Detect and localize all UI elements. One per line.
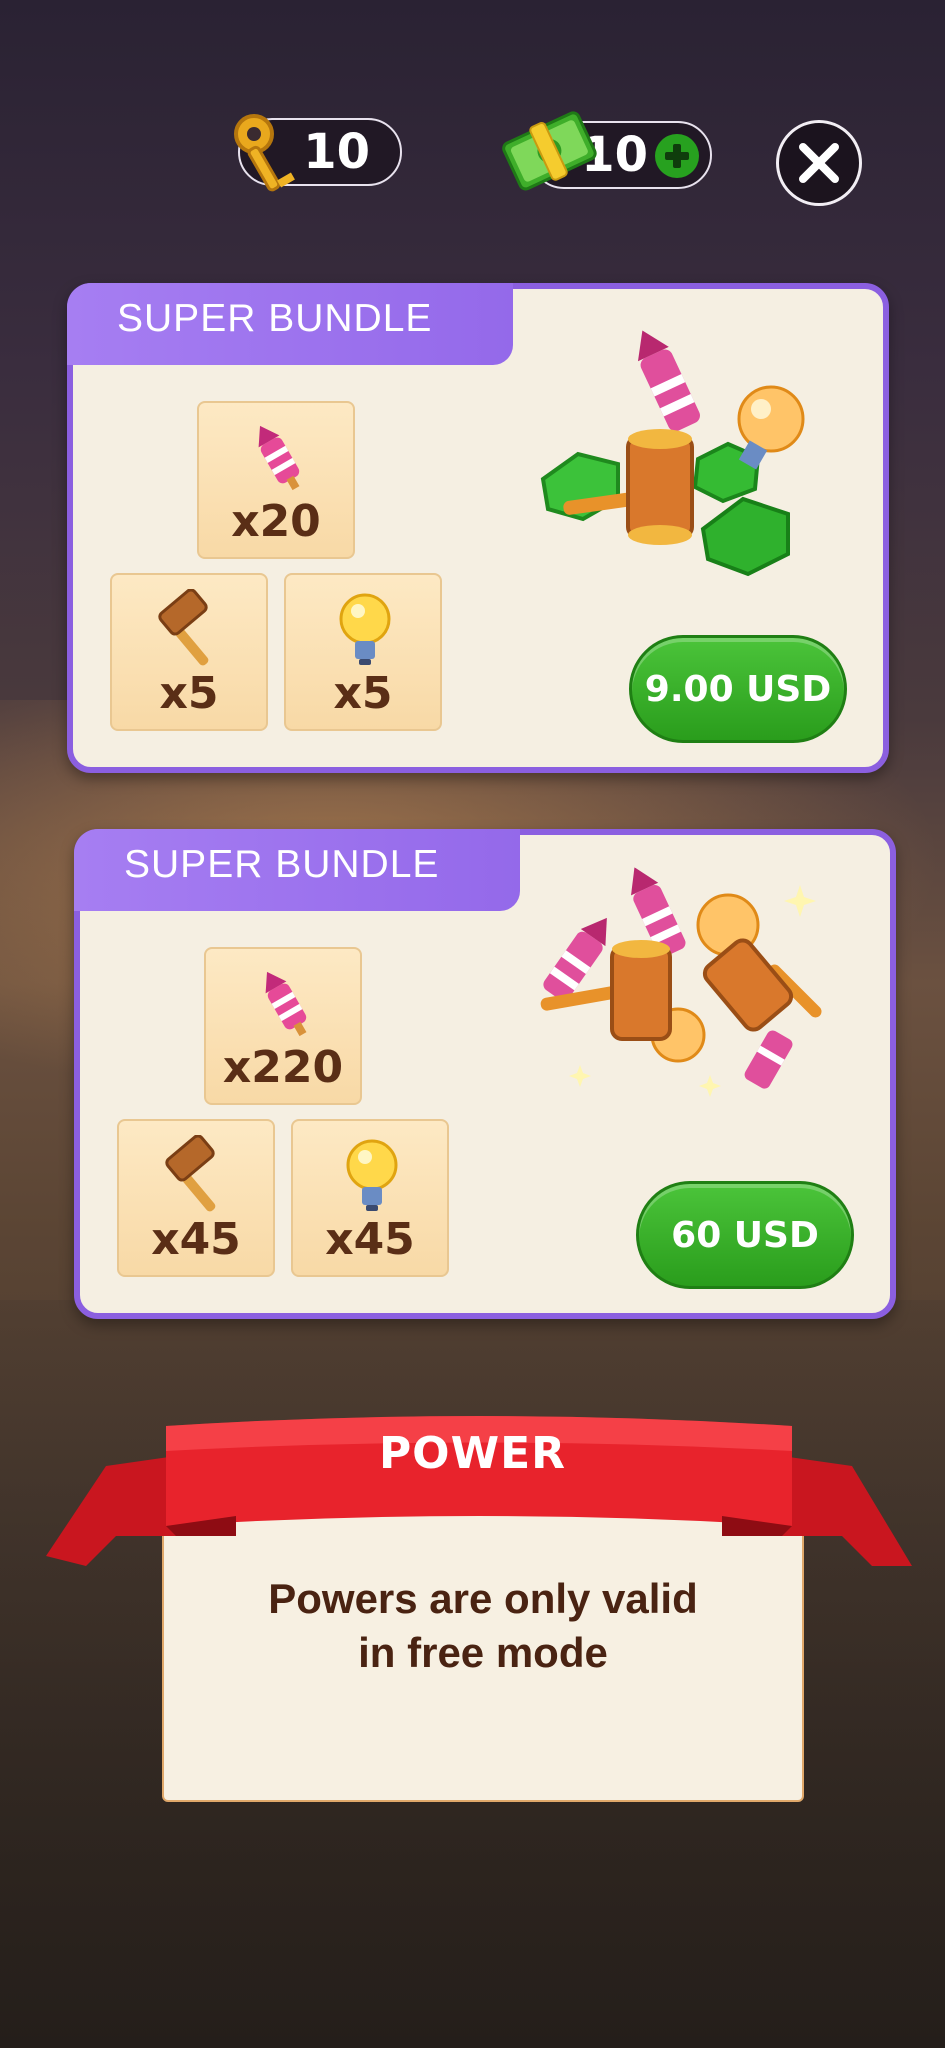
bundle-card[interactable]: SUPER BUNDLE x20 x5 x5 9.00 USD — [67, 283, 889, 773]
lightbulb-icon — [339, 593, 391, 665]
bundle-card[interactable]: SUPER BUNDLE x220 x45 x45 60 USD — [74, 829, 896, 1319]
rocket-icon — [265, 971, 307, 1037]
buy-button[interactable]: 60 USD — [636, 1181, 854, 1289]
hammer-icon — [165, 1135, 216, 1212]
price-label: 60 USD — [671, 1214, 819, 1256]
hammer-icon — [158, 589, 209, 666]
cash-icon — [502, 111, 597, 191]
bundle-item-qty: x5 — [159, 668, 219, 719]
notice-title: POWER — [378, 1428, 567, 1479]
bundle-item-hammer: x5 — [110, 573, 268, 731]
plus-icon — [665, 144, 689, 168]
add-cash-button[interactable] — [655, 134, 699, 178]
bundle-item-rocket: x20 — [197, 401, 355, 559]
bundle-item-qty: x45 — [151, 1214, 241, 1265]
close-icon — [799, 143, 839, 183]
bundle-item-lightbulb: x45 — [291, 1119, 449, 1277]
rocket-icon — [258, 425, 300, 491]
key-icon — [234, 114, 295, 192]
bundle-item-lightbulb: x5 — [284, 573, 442, 731]
notice-message: Powers are only valid in free mode — [164, 1572, 802, 1680]
bundle-item-qty: x45 — [325, 1214, 415, 1265]
bundle-item-qty: x20 — [231, 496, 321, 547]
buy-button[interactable]: 9.00 USD — [629, 635, 847, 743]
bundle-art — [540, 867, 822, 1097]
bundle-title: SUPER BUNDLE — [124, 843, 440, 886]
bundle-title: SUPER BUNDLE — [117, 297, 433, 340]
bundle-header: SUPER BUNDLE — [67, 283, 513, 365]
keys-count: 10 — [303, 124, 370, 180]
notice-line: in free mode — [358, 1629, 608, 1676]
close-button[interactable] — [776, 120, 862, 206]
lightbulb-icon — [346, 1139, 398, 1211]
bundle-item-qty: x220 — [222, 1042, 344, 1093]
bundle-item-rocket: x220 — [204, 947, 362, 1105]
price-label: 9.00 USD — [644, 668, 832, 710]
bundle-item-qty: x5 — [333, 668, 393, 719]
bundle-item-hammer: x45 — [117, 1119, 275, 1277]
notice-line: Powers are only valid — [268, 1575, 698, 1622]
bundle-header: SUPER BUNDLE — [74, 829, 520, 911]
bundle-art — [540, 330, 805, 577]
